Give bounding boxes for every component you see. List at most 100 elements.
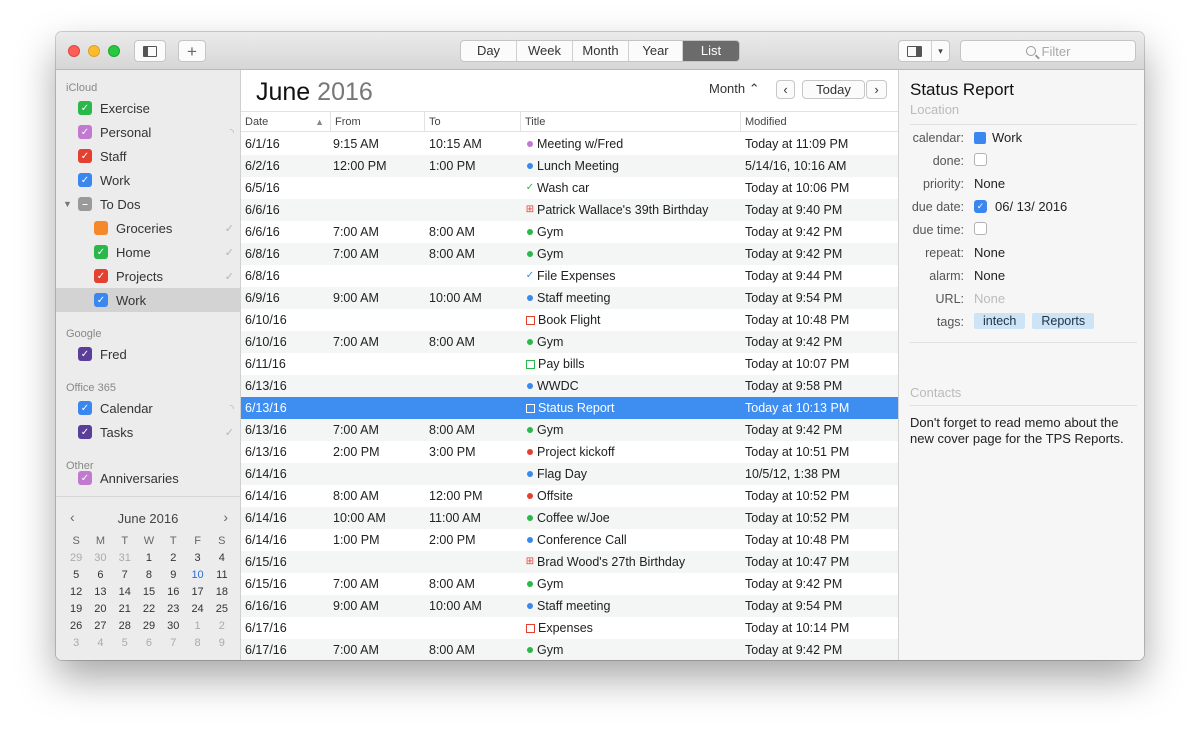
- due-date-checkbox[interactable]: ✓: [974, 200, 987, 213]
- view-tab-list[interactable]: List: [683, 41, 739, 61]
- mini-calendar-day[interactable]: 15: [137, 584, 161, 601]
- chevron-down-icon[interactable]: ▾: [931, 41, 949, 61]
- table-row[interactable]: 6/13/16 7:00 AM 8:00 AM Gym Today at 9:42 PM: [241, 419, 898, 441]
- table-row[interactable]: 6/11/16 Pay bills Today at 10:07 PM: [241, 353, 898, 375]
- table-row[interactable]: 6/15/16 7:00 AM 8:00 AM Gym Today at 9:42 PM: [241, 573, 898, 595]
- sidebar-item-work[interactable]: ✓ Work: [56, 288, 240, 312]
- table-row[interactable]: 6/8/16 ✓ File Expenses Today at 9:44 PM: [241, 265, 898, 287]
- sidebar-item-tasks[interactable]: ✓ Tasks ✓: [56, 420, 240, 444]
- mini-calendar-day[interactable]: 30: [161, 618, 185, 635]
- sidebar-item-groceries[interactable]: Groceries ✓: [56, 216, 240, 240]
- mini-calendar-day[interactable]: 9: [210, 635, 234, 652]
- tag-chip[interactable]: intech: [974, 313, 1026, 329]
- mini-calendar-day[interactable]: 3: [185, 550, 209, 567]
- mini-calendar-day[interactable]: 29: [137, 618, 161, 635]
- contacts-field[interactable]: Contacts: [910, 385, 961, 400]
- inspector-toggle-button[interactable]: ▾: [898, 40, 950, 62]
- sidebar-item-work[interactable]: ✓ Work: [56, 168, 240, 192]
- table-row[interactable]: 6/14/16 1:00 PM 2:00 PM Conference Call Toda…: [241, 529, 898, 551]
- mini-calendar-day[interactable]: 1: [137, 550, 161, 567]
- table-row[interactable]: 6/13/16 2:00 PM 3:00 PM Project kickoff Toda…: [241, 441, 898, 463]
- mini-calendar-day[interactable]: 27: [88, 618, 112, 635]
- mini-calendar-day[interactable]: 31: [113, 550, 137, 567]
- due-time-checkbox[interactable]: [974, 222, 995, 235]
- mini-calendar-day[interactable]: 12: [64, 584, 88, 601]
- table-row[interactable]: 6/13/16 Status Report Today at 10:13 PM: [241, 397, 898, 419]
- mini-calendar-day[interactable]: 23: [161, 601, 185, 618]
- calendar-checkbox[interactable]: ✓: [94, 245, 108, 259]
- calendar-checkbox[interactable]: ✓: [94, 293, 108, 307]
- sidebar-item-personal[interactable]: ✓ Personal ◝: [56, 120, 240, 144]
- table-row[interactable]: 6/9/16 9:00 AM 10:00 AM Staff meeting Today …: [241, 287, 898, 309]
- sidebar-item-calendar[interactable]: ✓ Calendar ◝: [56, 396, 240, 420]
- sidebar-item-projects[interactable]: ✓ Projects ✓: [56, 264, 240, 288]
- mini-calendar-day[interactable]: 4: [210, 550, 234, 567]
- tag-chip[interactable]: Reports: [1032, 313, 1095, 329]
- mini-calendar-day[interactable]: 5: [64, 567, 88, 584]
- url-field[interactable]: None: [974, 291, 1005, 306]
- mini-calendar-day[interactable]: 19: [64, 601, 88, 618]
- calendar-checkbox[interactable]: ✓: [78, 425, 92, 439]
- location-field[interactable]: Location: [910, 102, 959, 117]
- filter-field[interactable]: Filter: [960, 40, 1136, 62]
- mini-calendar-day[interactable]: 9: [161, 567, 185, 584]
- column-modified[interactable]: Modified: [741, 112, 898, 132]
- priority-value[interactable]: None: [974, 176, 1005, 191]
- calendar-checkbox[interactable]: [94, 221, 108, 235]
- table-row[interactable]: 6/10/16 7:00 AM 8:00 AM Gym Today at 9:42 PM: [241, 331, 898, 353]
- mini-calendar-day[interactable]: 26: [64, 618, 88, 635]
- tags-field[interactable]: intech Reports: [974, 313, 1101, 329]
- next-button[interactable]: ›: [866, 80, 887, 99]
- mini-calendar-day[interactable]: 18: [210, 584, 234, 601]
- mini-calendar-day[interactable]: 2: [210, 618, 234, 635]
- mini-calendar-day[interactable]: 8: [137, 567, 161, 584]
- mini-calendar-day[interactable]: 3: [64, 635, 88, 652]
- mini-calendar-day[interactable]: 7: [161, 635, 185, 652]
- table-row[interactable]: 6/14/16 10:00 AM 11:00 AM Coffee w/Joe Today…: [241, 507, 898, 529]
- table-row[interactable]: 6/17/16 7:00 AM 8:00 AM Gym Today at 9:42 PM: [241, 639, 898, 660]
- mini-calendar-day[interactable]: 13: [88, 584, 112, 601]
- mini-calendar-day[interactable]: 4: [88, 635, 112, 652]
- mini-calendar-day[interactable]: 29: [64, 550, 88, 567]
- sidebar-toggle-button[interactable]: [134, 40, 166, 62]
- column-to[interactable]: To: [425, 112, 521, 132]
- sidebar-item-staff[interactable]: ✓ Staff: [56, 144, 240, 168]
- mini-calendar-next-button[interactable]: ›: [223, 509, 228, 525]
- calendar-checkbox[interactable]: ✓: [78, 471, 92, 485]
- previous-button[interactable]: ‹: [776, 80, 795, 99]
- mini-calendar-day[interactable]: 30: [88, 550, 112, 567]
- view-tab-year[interactable]: Year: [629, 41, 683, 61]
- mini-calendar-day[interactable]: 6: [88, 567, 112, 584]
- mini-calendar-day[interactable]: 5: [113, 635, 137, 652]
- table-row[interactable]: 6/6/16 7:00 AM 8:00 AM Gym Today at 9:42 PM: [241, 221, 898, 243]
- sidebar-item-exercise[interactable]: ✓ Exercise: [56, 96, 240, 120]
- calendar-checkbox[interactable]: ✓: [78, 101, 92, 115]
- table-row[interactable]: 6/15/16 ⊞ Brad Wood's 27th Birthday Today a…: [241, 551, 898, 573]
- column-title[interactable]: Title: [521, 112, 741, 132]
- today-button[interactable]: Today: [802, 80, 865, 99]
- mini-calendar-day[interactable]: 11: [210, 567, 234, 584]
- mini-calendar-day[interactable]: 10: [185, 567, 209, 584]
- mini-calendar-day[interactable]: 1: [185, 618, 209, 635]
- calendar-checkbox[interactable]: ✓: [78, 125, 92, 139]
- table-row[interactable]: 6/2/16 12:00 PM 1:00 PM Lunch Meeting 5/14/1…: [241, 155, 898, 177]
- table-row[interactable]: 6/14/16 Flag Day 10/5/12, 1:38 PM: [241, 463, 898, 485]
- sidebar-item-to-dos[interactable]: ▼ – To Dos: [56, 192, 240, 216]
- done-checkbox[interactable]: [974, 153, 995, 166]
- mini-calendar-day[interactable]: 28: [113, 618, 137, 635]
- notes-field[interactable]: Don't forget to read memo about the new …: [910, 415, 1138, 447]
- column-date[interactable]: Date ▲: [241, 112, 331, 132]
- table-row[interactable]: 6/1/16 9:15 AM 10:15 AM Meeting w/Fred Today…: [241, 133, 898, 155]
- due-date-text[interactable]: 06/ 13/ 2016: [995, 199, 1067, 214]
- mini-calendar-day[interactable]: 17: [185, 584, 209, 601]
- table-row[interactable]: 6/13/16 WWDC Today at 9:58 PM: [241, 375, 898, 397]
- table-row[interactable]: 6/8/16 7:00 AM 8:00 AM Gym Today at 9:42 PM: [241, 243, 898, 265]
- mini-calendar-day[interactable]: 14: [113, 584, 137, 601]
- zoom-window-button[interactable]: [108, 45, 120, 57]
- disclosure-triangle-icon[interactable]: ▼: [63, 199, 72, 209]
- sidebar-item-anniversaries[interactable]: ✓ Anniversaries: [56, 466, 240, 490]
- mini-calendar-day[interactable]: 7: [113, 567, 137, 584]
- table-row[interactable]: 6/17/16 Expenses Today at 10:14 PM: [241, 617, 898, 639]
- column-from[interactable]: From: [331, 112, 425, 132]
- sidebar-item-home[interactable]: ✓ Home ✓: [56, 240, 240, 264]
